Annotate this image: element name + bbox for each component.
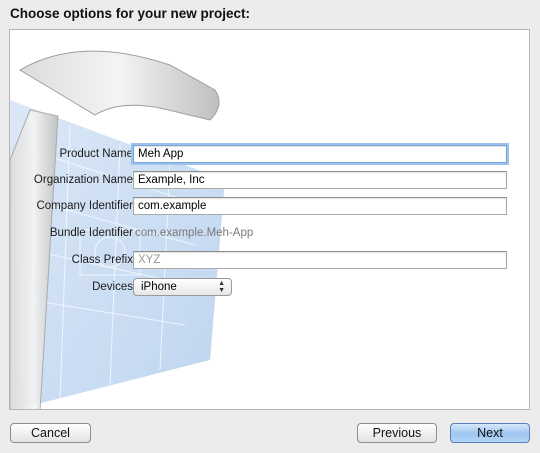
next-button[interactable]: Next (450, 423, 530, 443)
dialog-heading: Choose options for your new project: (10, 6, 251, 21)
previous-button[interactable]: Previous (357, 423, 437, 443)
organization-name-label: Organization Name (33, 174, 133, 186)
product-name-row: Product Name (10, 143, 529, 165)
product-name-input[interactable] (131, 143, 509, 165)
devices-label: Devices (92, 281, 133, 293)
options-panel: Product Name Organization Name Company I… (9, 29, 530, 410)
hammer-blueprint-icon (10, 50, 225, 409)
organization-name-input[interactable] (133, 171, 507, 189)
company-identifier-label: Company Identifier (36, 200, 133, 212)
devices-row: Devices iPhone ▲ ▼ (10, 278, 529, 298)
class-prefix-row: Class Prefix (10, 251, 529, 271)
updown-arrows-icon: ▲ ▼ (218, 280, 225, 294)
bundle-identifier-value: com.example.Meh-App (135, 227, 254, 239)
devices-select[interactable]: iPhone ▲ ▼ (133, 278, 232, 296)
cancel-button[interactable]: Cancel (10, 423, 91, 443)
organization-name-row: Organization Name (10, 171, 529, 191)
devices-selected-value: iPhone (141, 281, 177, 293)
bundle-identifier-row: Bundle Identifier com.example.Meh-App (10, 224, 529, 244)
class-prefix-input[interactable] (133, 251, 507, 269)
company-identifier-input[interactable] (133, 197, 507, 215)
company-identifier-row: Company Identifier (10, 197, 529, 217)
class-prefix-label: Class Prefix (71, 254, 133, 266)
bundle-identifier-label: Bundle Identifier (49, 227, 133, 239)
product-name-label: Product Name (59, 148, 133, 160)
